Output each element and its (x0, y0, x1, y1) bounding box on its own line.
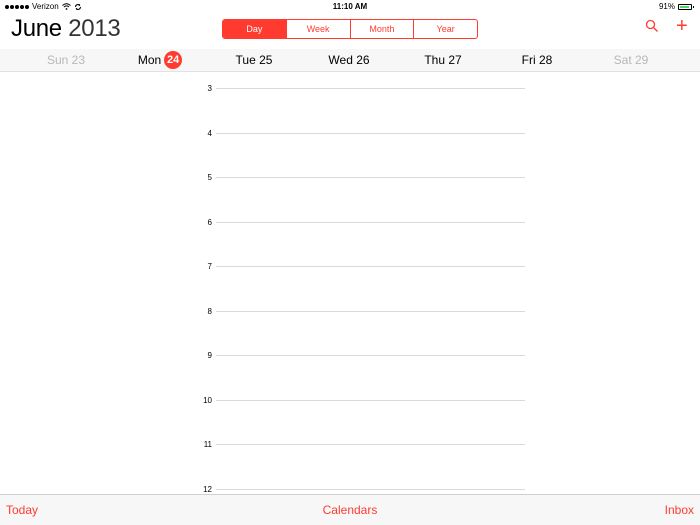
hour-label: 11 (203, 440, 212, 449)
hour-label: 6 (207, 217, 212, 227)
battery-icon (678, 3, 694, 10)
status-bar: Verizon 11:10 AM 91% (0, 0, 700, 14)
hour-label: 12 (203, 484, 212, 494)
day-fri-28[interactable]: Fri 28 (487, 49, 587, 71)
hour-label: 10 (203, 395, 212, 405)
hour-line (216, 132, 525, 134)
view-segmented-control: Day Week Month Year (222, 19, 478, 39)
hour-line (216, 355, 525, 356)
day-sun-23[interactable]: Sun 23 (16, 49, 116, 71)
hour-line (216, 266, 525, 267)
hour-row[interactable]: 8 (0, 307, 700, 323)
week-strip: Sun 23 Mon 24 Tue 25 Wed 26 Thu 27 Fri 28… (0, 49, 700, 72)
today-badge: 24 (164, 51, 183, 69)
day-tue-25[interactable]: Tue 25 (204, 49, 304, 71)
plus-icon[interactable]: + (676, 16, 688, 36)
hour-row[interactable]: 7 (0, 262, 700, 278)
day-wed-26[interactable]: Wed 26 (299, 49, 399, 71)
hour-label: 4 (207, 128, 212, 138)
status-right: 91% (658, 2, 694, 11)
hour-line (216, 310, 525, 312)
month-title: June 2013 (11, 15, 121, 43)
status-time: 11:10 AM (332, 2, 368, 11)
hour-row[interactable]: 5 (0, 173, 700, 189)
search-icon[interactable] (645, 19, 659, 33)
hour-row[interactable]: 4 (0, 129, 700, 145)
hour-line (216, 88, 525, 89)
today-button[interactable]: Today (6, 503, 38, 517)
hour-line (216, 399, 525, 401)
calendars-button[interactable]: Calendars (300, 503, 400, 517)
hour-row[interactable]: 9 (0, 351, 700, 367)
tab-month[interactable]: Month (349, 20, 414, 38)
hour-line (216, 177, 525, 178)
hour-label: 9 (207, 351, 212, 360)
day-hour-grid[interactable]: 3 4 5 6 7 8 9 10 11 12 (0, 72, 700, 494)
hour-label: 8 (207, 306, 212, 316)
bottom-toolbar: Today Calendars Inbox (0, 494, 700, 525)
day-sat-29[interactable]: Sat 29 (581, 49, 681, 71)
inbox-button[interactable]: Inbox (665, 503, 694, 517)
hour-line (216, 488, 525, 490)
tab-week[interactable]: Week (285, 20, 350, 38)
hour-row[interactable]: 11 (0, 440, 700, 456)
hour-label: 3 (207, 84, 212, 93)
hour-row[interactable]: 3 (0, 84, 700, 100)
battery-percent: 91% (658, 2, 675, 11)
hour-line (216, 221, 525, 223)
year-name: 2013 (68, 15, 121, 42)
hour-label: 7 (207, 262, 212, 271)
hour-row[interactable]: 10 (0, 396, 700, 412)
month-name: June (11, 15, 62, 42)
hour-label: 5 (207, 173, 212, 182)
tab-year[interactable]: Year (413, 20, 477, 38)
hour-row[interactable]: 6 (0, 218, 700, 234)
day-mon-24[interactable]: Mon 24 (110, 49, 210, 71)
day-thu-27[interactable]: Thu 27 (393, 49, 493, 71)
tab-day[interactable]: Day (223, 20, 286, 38)
hour-line (216, 444, 525, 445)
